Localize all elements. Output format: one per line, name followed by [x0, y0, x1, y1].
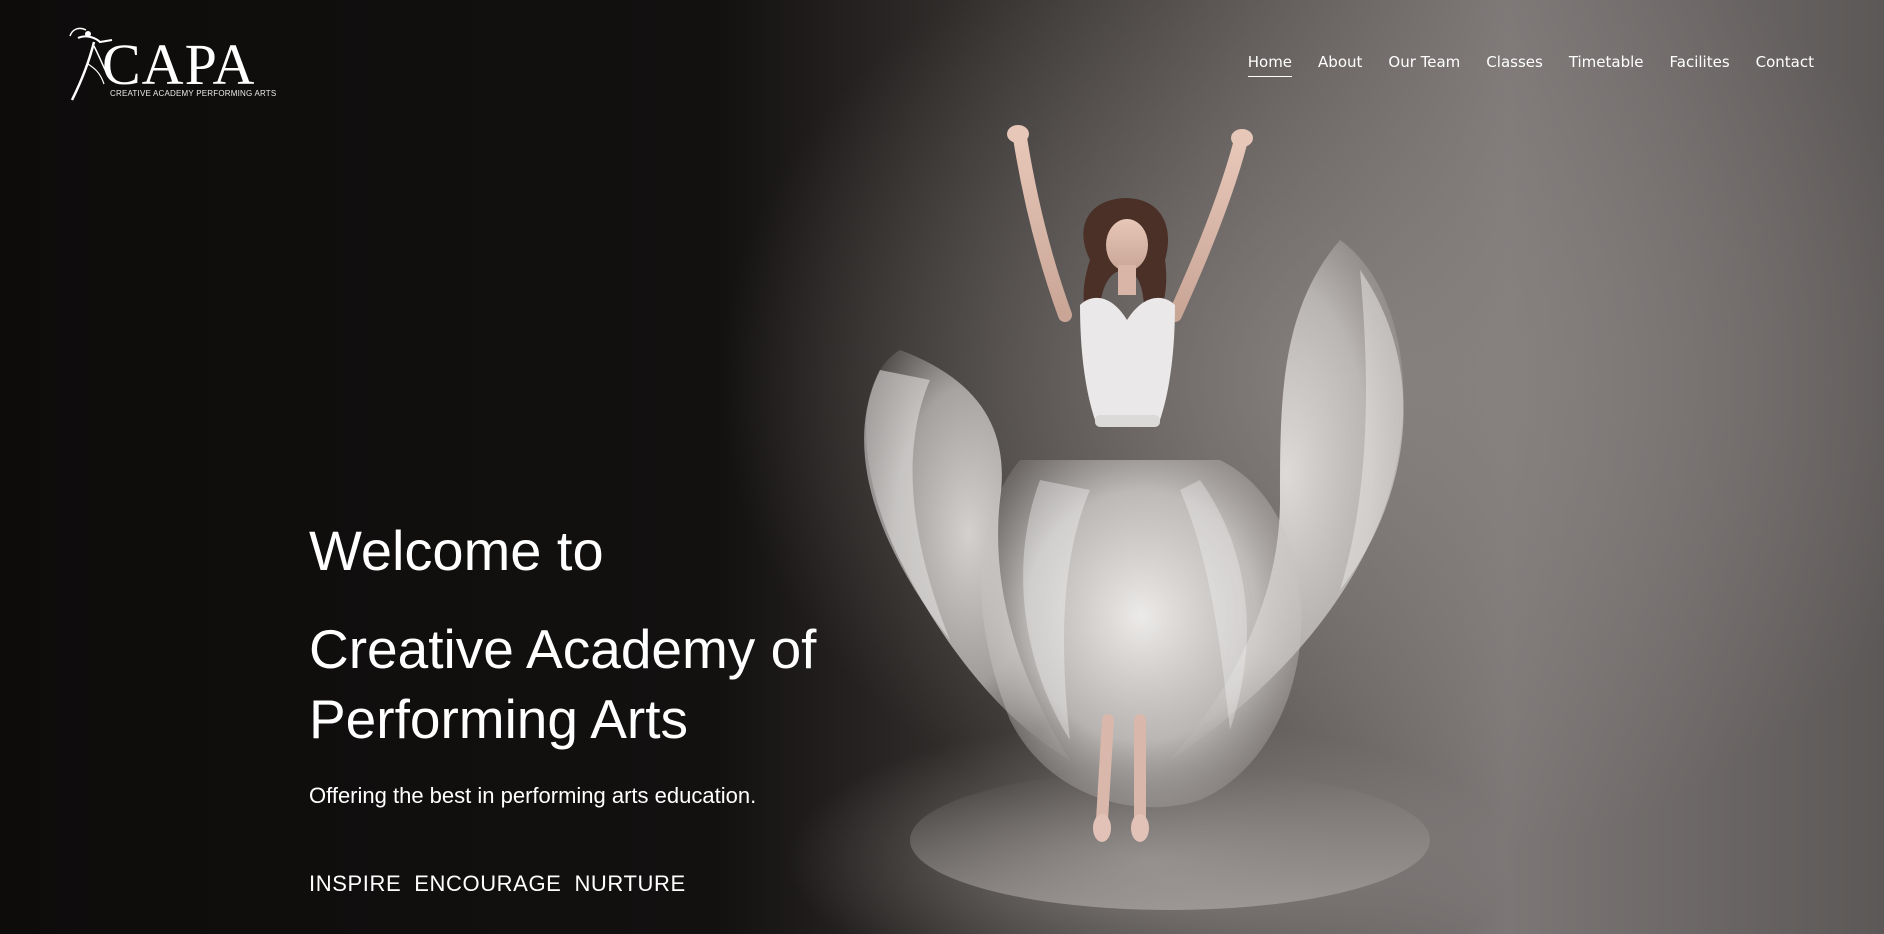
ballerina-image — [864, 125, 1430, 910]
nav-item-contact[interactable]: Contact — [1756, 51, 1814, 73]
motto-word-encourage: ENCOURAGE — [414, 871, 562, 896]
welcome-heading: Welcome to — [309, 519, 604, 582]
main-nav: Home About Our Team Classes Timetable Fa… — [1247, 51, 1814, 77]
hero-section: CAPA CREATIVE ACADEMY PERFORMING ARTS Ho… — [0, 0, 1884, 934]
hero-text-block: Welcome to Creative Academy of Performin… — [309, 520, 929, 898]
motto-word-nurture: NURTURE — [574, 871, 686, 896]
logo-subtitle: CREATIVE ACADEMY PERFORMING ARTS — [110, 89, 277, 98]
motto-word-inspire: INSPIRE — [309, 871, 402, 896]
nav-item-our-team[interactable]: Our Team — [1388, 51, 1460, 73]
logo-wordmark: CAPA — [102, 32, 256, 97]
nav-item-home[interactable]: Home — [1247, 51, 1293, 77]
site-logo[interactable]: CAPA CREATIVE ACADEMY PERFORMING ARTS — [64, 24, 277, 104]
motto-row: INSPIRE ENCOURAGE NURTURE — [309, 870, 929, 898]
hero-tagline: Offering the best in performing arts edu… — [309, 783, 757, 808]
nav-item-classes[interactable]: Classes — [1486, 51, 1543, 73]
academy-title: Creative Academy of Performing Arts — [309, 618, 817, 750]
nav-item-about[interactable]: About — [1318, 51, 1362, 73]
nav-item-facilites[interactable]: Facilites — [1670, 51, 1730, 73]
nav-item-timetable[interactable]: Timetable — [1569, 51, 1644, 73]
